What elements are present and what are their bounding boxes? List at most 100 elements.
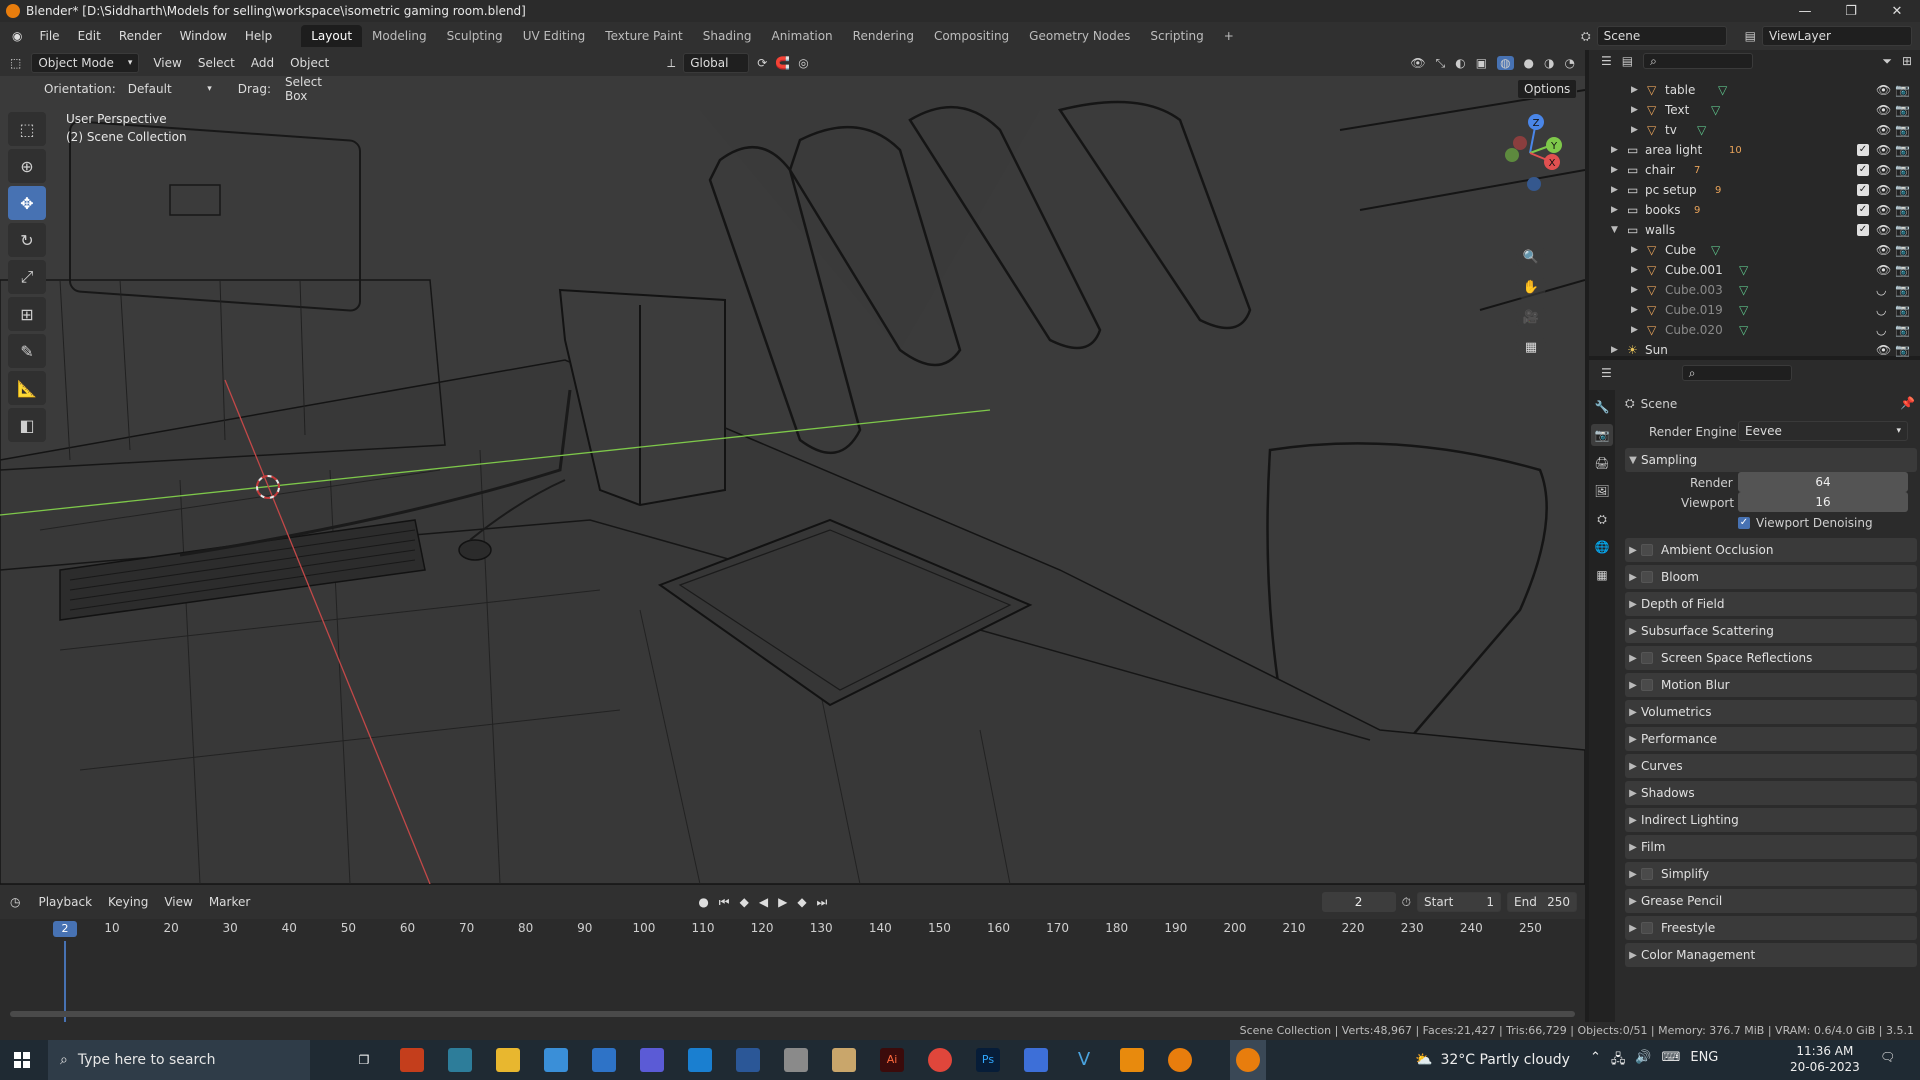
exclude-checkbox[interactable]: ✓ <box>1857 164 1869 176</box>
render-camera-icon[interactable]: 📷 <box>1895 123 1910 137</box>
outliner-row[interactable]: ▶ ▽ tv ▽ 👁 📷 <box>1589 120 1920 140</box>
tab-modeling[interactable]: Modeling <box>362 25 437 47</box>
pan-hand-icon[interactable]: ✋ <box>1516 272 1546 302</box>
outliner-item-label[interactable]: pc setup <box>1645 183 1697 197</box>
stopwatch-icon[interactable]: ⏱ <box>1402 895 1411 910</box>
eye-icon[interactable]: 👁 <box>1876 243 1891 257</box>
drag-selector[interactable]: Select Box <box>279 75 351 103</box>
panel-enable-checkbox[interactable] <box>1641 652 1653 664</box>
app-icon[interactable] <box>544 1048 568 1072</box>
eye-icon[interactable]: 👁 <box>1876 263 1891 277</box>
camera-view-icon[interactable]: 🎥 <box>1516 302 1546 332</box>
panel-header[interactable]: ▶ Motion Blur <box>1625 673 1917 697</box>
select-box-icon[interactable]: ⬚ <box>8 112 46 146</box>
file-explorer-icon[interactable] <box>496 1048 520 1072</box>
options-button[interactable]: Options <box>1517 79 1577 99</box>
pivot-icon[interactable]: ⟳ <box>757 56 767 70</box>
tab-texture-paint[interactable]: Texture Paint <box>595 25 692 47</box>
child-count-badge[interactable]: 7 <box>1694 165 1700 176</box>
illustrator-app-icon[interactable]: Ai <box>880 1048 904 1072</box>
panel-header[interactable]: ▶ Depth of Field <box>1625 592 1917 616</box>
outliner-item-label[interactable]: Cube.020 <box>1665 323 1723 337</box>
render-camera-icon[interactable]: 📷 <box>1895 223 1910 237</box>
view-layer-selector[interactable]: ViewLayer <box>1762 26 1912 46</box>
move-icon[interactable]: ✥ <box>8 186 46 220</box>
outliner-item-label[interactable]: Cube.003 <box>1665 283 1723 297</box>
chevron-right-icon[interactable]: ▶ <box>1611 185 1618 195</box>
app-icon[interactable] <box>832 1048 856 1072</box>
panel-header[interactable]: ▶ Shadows <box>1625 781 1917 805</box>
eye-icon[interactable]: 👁 <box>1876 203 1891 217</box>
sampling-panel-header[interactable]: ▼ Sampling <box>1625 448 1917 472</box>
eye-closed-icon[interactable]: ◡ <box>1876 303 1886 317</box>
outliner-item-label[interactable]: walls <box>1645 223 1675 237</box>
editor-type-icon[interactable]: ⬚ <box>0 56 31 70</box>
menu-select[interactable]: Select <box>190 56 243 70</box>
chevron-right-icon[interactable]: ▶ <box>1611 145 1618 155</box>
outliner-row[interactable]: ▶ ▽ Cube.003 ▽ ◡ 📷 <box>1589 280 1920 300</box>
panel-enable-checkbox[interactable] <box>1641 868 1653 880</box>
tab-scripting[interactable]: Scripting <box>1140 25 1213 47</box>
render-camera-icon[interactable]: 📷 <box>1895 103 1910 117</box>
chevron-down-icon[interactable]: ▼ <box>1611 225 1618 235</box>
exclude-checkbox[interactable]: ✓ <box>1857 184 1869 196</box>
chevron-right-icon[interactable]: ▶ <box>1631 305 1638 315</box>
mesh-data-icon[interactable]: ▽ <box>1711 103 1720 117</box>
next-keyframe-icon[interactable]: ◆ <box>797 895 806 909</box>
eye-icon[interactable]: 👁 <box>1876 223 1891 237</box>
task-view-icon[interactable]: ❐ <box>352 1048 376 1072</box>
photoshop-app-icon[interactable]: Ps <box>976 1048 1000 1072</box>
app-icon[interactable]: V <box>1072 1048 1096 1072</box>
exclude-checkbox[interactable]: ✓ <box>1857 204 1869 216</box>
timeline-editor-type-icon[interactable]: ◷ <box>0 895 30 909</box>
render-camera-icon[interactable]: 📷 <box>1895 243 1910 257</box>
outliner-row[interactable]: ▶ ▭ chair 7 ✓ 👁 📷 <box>1589 160 1920 180</box>
render-tab-icon[interactable]: 📷 <box>1591 424 1613 446</box>
chevron-right-icon[interactable]: ▶ <box>1631 245 1638 255</box>
tab-compositing[interactable]: Compositing <box>924 25 1019 47</box>
weather-text[interactable]: 32°C Partly cloudy <box>1440 1052 1570 1068</box>
mesh-data-icon[interactable]: ▽ <box>1739 263 1748 277</box>
jump-start-icon[interactable]: ⏮ <box>719 895 730 910</box>
panel-header[interactable]: ▶ Volumetrics <box>1625 700 1917 724</box>
panel-header[interactable]: ▶ Film <box>1625 835 1917 859</box>
tab-sculpting[interactable]: Sculpting <box>437 25 513 47</box>
menu-keying[interactable]: Keying <box>100 895 156 909</box>
menu-add[interactable]: Add <box>243 56 282 70</box>
windows-start-icon[interactable] <box>14 1052 30 1068</box>
panel-header[interactable]: ▶ Screen Space Reflections <box>1625 646 1917 670</box>
panel-header[interactable]: ▶ Performance <box>1625 727 1917 751</box>
panel-enable-checkbox[interactable] <box>1641 679 1653 691</box>
transform-orientation-selector[interactable]: Global <box>683 53 750 73</box>
solid-shading-icon[interactable]: ● <box>1524 56 1534 70</box>
eye-icon[interactable]: 👁 <box>1876 163 1891 177</box>
render-camera-icon[interactable]: 📷 <box>1895 343 1910 357</box>
panel-header[interactable]: ▶ Indirect Lighting <box>1625 808 1917 832</box>
panel-enable-checkbox[interactable] <box>1641 922 1653 934</box>
tab-geometry-nodes[interactable]: Geometry Nodes <box>1019 25 1140 47</box>
output-tab-icon[interactable]: 🖨 <box>1591 452 1613 474</box>
properties-search-input[interactable]: ⌕ <box>1681 365 1792 381</box>
mesh-data-icon[interactable]: ▽ <box>1697 123 1706 137</box>
gizmo-toggle-icon[interactable]: ⤡ <box>1436 56 1446 71</box>
zoom-icon[interactable]: 🔍 <box>1516 242 1546 272</box>
outliner-row[interactable]: ▶ ▽ Cube.020 ▽ ◡ 📷 <box>1589 320 1920 340</box>
visibility-icon[interactable]: 👁 <box>1410 56 1425 70</box>
annotate-icon[interactable]: ✎ <box>8 334 46 368</box>
eye-closed-icon[interactable]: ◡ <box>1876 283 1886 297</box>
chevron-right-icon[interactable]: ▶ <box>1631 105 1638 115</box>
mesh-data-icon[interactable]: ▽ <box>1739 323 1748 337</box>
outliner-row[interactable]: ▶ ▭ pc setup 9 ✓ 👁 📷 <box>1589 180 1920 200</box>
eye-icon[interactable]: 👁 <box>1876 123 1891 137</box>
scale-icon[interactable]: ⤢ <box>8 260 46 294</box>
chevron-right-icon[interactable]: ▶ <box>1611 205 1618 215</box>
panel-header[interactable]: ▶ Freestyle <box>1625 916 1917 940</box>
render-camera-icon[interactable]: 📷 <box>1895 203 1910 217</box>
navigation-gizmo[interactable]: Z Y X 🔍 ✋ 🎥 ▦ <box>1490 108 1570 362</box>
measure-icon[interactable]: 📐 <box>8 371 46 405</box>
outliner-search-input[interactable]: ⌕ <box>1643 53 1754 69</box>
outliner-item-label[interactable]: Cube.001 <box>1665 263 1723 277</box>
chevron-up-icon[interactable]: ⌃ <box>1590 1050 1601 1072</box>
minimize-button[interactable]: — <box>1782 4 1828 19</box>
exclude-checkbox[interactable]: ✓ <box>1857 224 1869 236</box>
